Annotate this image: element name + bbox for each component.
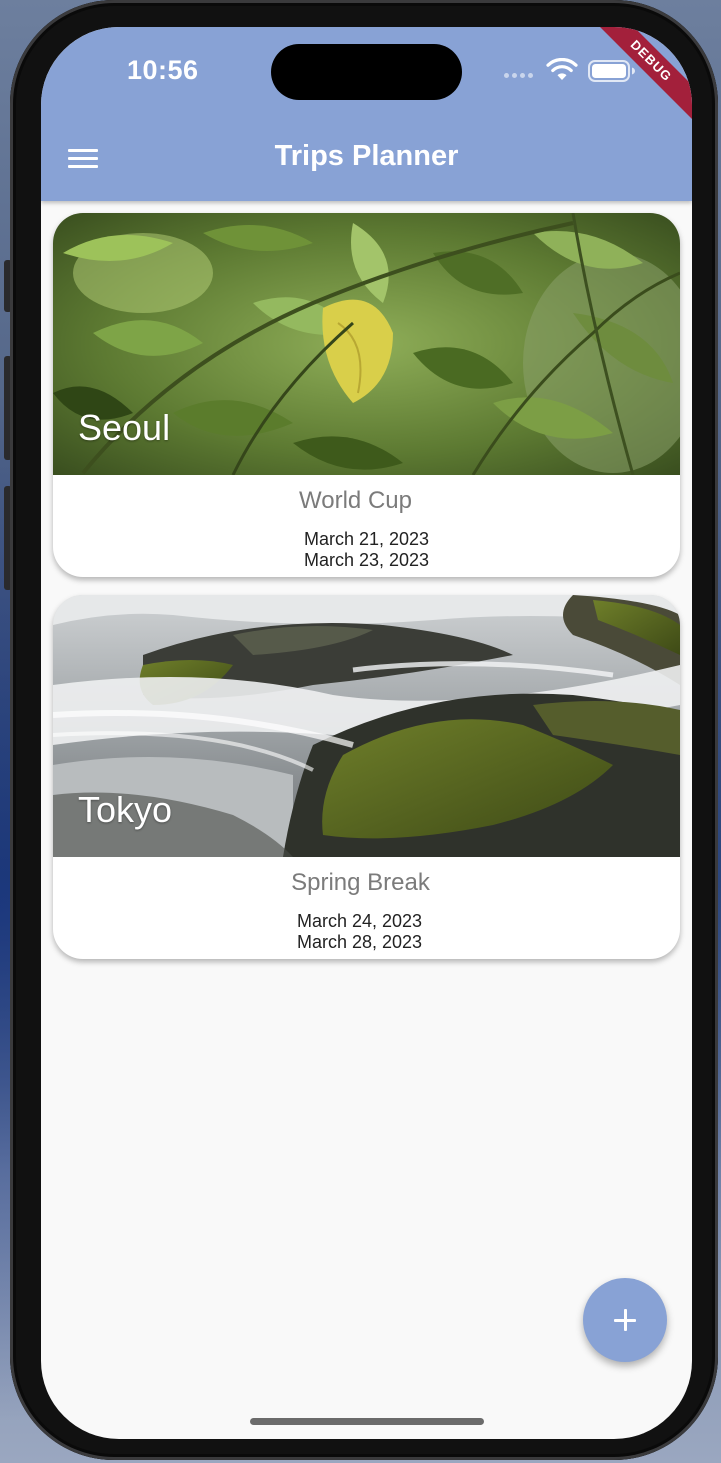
trip-name: Spring Break [291, 869, 430, 896]
cellular-signal-icon [504, 73, 533, 78]
trip-dates: March 24, 2023 March 28, 2023 [53, 911, 673, 953]
trip-card[interactable]: Tokyo Spring Break March 24, 2023 March … [53, 595, 680, 959]
trip-end-date: March 28, 2023 [296, 932, 423, 952]
page-title: Trips Planner [274, 140, 459, 172]
trip-name: World Cup [299, 487, 412, 514]
trip-start-date: March 21, 2023 [303, 529, 430, 549]
trip-card[interactable]: Seoul World Cup March 21, 2023 March 23,… [53, 213, 680, 577]
status-time: 10:56 [127, 55, 199, 85]
phone-screen: DEBUG 10:56 Trips Planner Seoul World Cu… [41, 27, 692, 1439]
home-indicator[interactable] [250, 1418, 484, 1425]
dynamic-island [271, 44, 462, 100]
trip-city: Seoul [78, 407, 171, 448]
battery-icon [588, 60, 635, 82]
wifi-icon [546, 58, 578, 80]
trip-city: Tokyo [78, 789, 173, 830]
trip-end-date: March 23, 2023 [303, 550, 430, 570]
trip-image-waterfall: Tokyo [53, 595, 680, 857]
app-bar: 10:56 Trips Planner [41, 27, 692, 201]
trip-start-date: March 24, 2023 [296, 911, 423, 931]
trip-dates: March 21, 2023 March 23, 2023 [53, 529, 680, 571]
add-trip-button[interactable] [583, 1278, 667, 1362]
trip-image-leaves: Seoul [53, 213, 680, 475]
